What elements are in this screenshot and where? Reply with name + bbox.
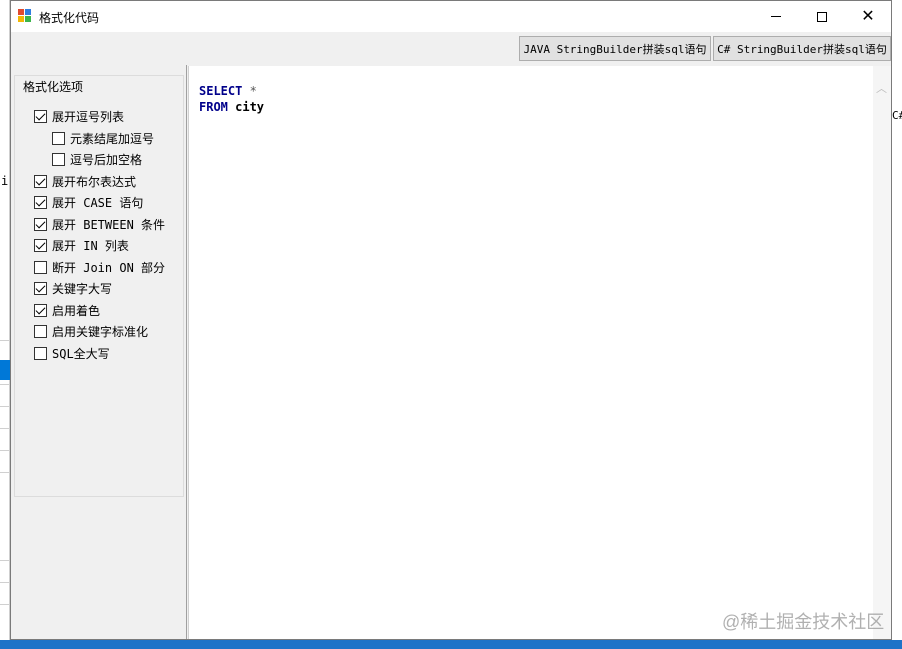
background-row-divider [0,560,10,561]
background-text: i [1,174,9,188]
editor-scrollbar[interactable]: ︿ [873,66,891,639]
option-uppercase-keywords[interactable]: 关键字大写 [34,280,112,296]
option-normalize-keywords[interactable]: 启用关键字标准化 [34,323,148,339]
checkbox[interactable] [34,260,47,274]
sql-editor[interactable]: SELECT * FROM city ︿ [188,66,891,639]
checkbox[interactable] [34,346,47,360]
checkbox[interactable] [34,303,47,317]
background-row-divider [0,384,10,385]
sql-keyword: FROM [199,100,228,114]
option-label: 关键字大写 [52,281,113,296]
option-expand-boolean[interactable]: 展开布尔表达式 [34,173,136,189]
option-label: SQL全大写 [52,346,110,361]
option-expand-between[interactable]: 展开 BETWEEN 条件 [34,216,165,232]
option-break-join-on[interactable]: 断开 Join ON 部分 [34,259,165,275]
option-space-after-comma[interactable]: 逗号后加空格 [52,151,142,167]
checkbox[interactable] [34,109,47,123]
option-expand-case[interactable]: 展开 CASE 语句 [34,194,143,210]
csharp-stringbuilder-button[interactable]: C# StringBuilder拼装sql语句 [713,36,891,61]
background-row-divider [0,582,10,583]
checkbox[interactable] [34,238,47,252]
close-button[interactable]: ✕ [845,1,891,32]
option-expand-comma-list[interactable]: 展开逗号列表 [34,108,124,124]
background-row-divider [0,428,10,429]
option-expand-in-list[interactable]: 展开 IN 列表 [34,237,129,253]
background-row-divider [0,340,10,341]
option-trailing-comma[interactable]: 元素结尾加逗号 [52,130,154,146]
background-right-strip [892,0,902,649]
background-row-divider [0,604,10,605]
title-bar[interactable]: 格式化代码 ✕ [11,1,891,32]
option-label: 元素结尾加逗号 [70,131,155,146]
option-label: 展开 BETWEEN 条件 [52,217,166,232]
group-title: 格式化选项 [21,78,86,95]
option-label: 展开 IN 列表 [52,238,129,253]
option-label: 启用关键字标准化 [52,324,149,339]
background-left-strip [0,0,10,649]
background-text: C# [892,109,902,122]
minimize-icon [771,16,781,17]
app-icon [18,9,32,23]
background-row-divider [0,450,10,451]
option-label: 展开布尔表达式 [52,174,137,189]
taskbar [0,640,902,649]
background-row-divider [0,472,10,473]
option-label: 展开逗号列表 [52,109,125,124]
sql-text: city [227,100,265,114]
toolbar: JAVA StringBuilder拼装sql语句 C# StringBuild… [11,32,891,65]
chevron-up-icon[interactable]: ︿ [876,80,887,96]
checkbox[interactable] [52,131,65,145]
background-row-divider [0,406,10,407]
maximize-icon [817,11,827,22]
checkbox[interactable] [34,324,47,338]
java-stringbuilder-button[interactable]: JAVA StringBuilder拼装sql语句 [519,36,711,61]
sql-text: * [242,84,257,98]
option-enable-coloring[interactable]: 启用着色 [34,302,100,318]
option-sql-all-uppercase[interactable]: SQL全大写 [34,345,110,361]
checkbox[interactable] [34,281,47,295]
minimize-button[interactable] [753,1,799,32]
background-selected-row [0,360,10,380]
format-options-group: 格式化选项 展开逗号列表 元素结尾加逗号 逗号后加空格 展开布尔表达式 展开 C… [14,75,184,497]
options-panel: 格式化选项 展开逗号列表 元素结尾加逗号 逗号后加空格 展开布尔表达式 展开 C… [11,65,187,639]
checkbox[interactable] [34,174,47,188]
close-icon: ✕ [861,7,875,25]
watermark: @稀土掘金技术社区 [722,612,885,632]
format-code-window: 格式化代码 ✕ JAVA StringBuilder拼装sql语句 C# Str… [10,0,892,640]
option-label: 逗号后加空格 [70,152,143,167]
checkbox[interactable] [34,217,47,231]
option-label: 展开 CASE 语句 [52,195,144,210]
sql-keyword: SELECT [199,84,243,98]
window-title: 格式化代码 [39,11,100,25]
checkbox[interactable] [34,195,47,209]
option-label: 断开 Join ON 部分 [52,260,166,275]
maximize-button[interactable] [799,1,845,32]
checkbox[interactable] [52,152,65,166]
sql-code[interactable]: SELECT * FROM city [199,83,264,115]
option-label: 启用着色 [52,303,101,318]
